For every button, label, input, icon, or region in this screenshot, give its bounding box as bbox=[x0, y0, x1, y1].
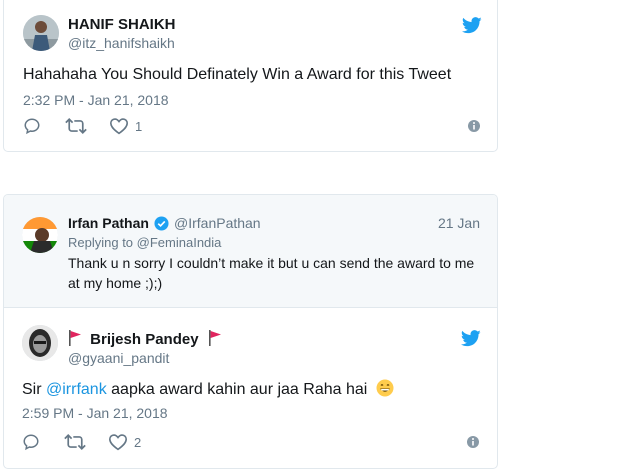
reply-button[interactable] bbox=[23, 117, 41, 135]
tweet-timestamp[interactable]: 2:59 PM - Jan 21, 2018 bbox=[22, 405, 168, 421]
red-flag-icon bbox=[69, 330, 81, 346]
verified-icon bbox=[154, 216, 169, 236]
tweet-text-prefix: Sir bbox=[22, 381, 46, 398]
tweet-card-hanif: HANIF SHAIKH @itz_hanifshaikh Hahahaha Y… bbox=[3, 0, 498, 152]
twitter-bird-icon[interactable] bbox=[461, 17, 482, 34]
tweet-text: Sir @irrfank aapka award kahin aur jaa R… bbox=[22, 379, 394, 399]
reply-icon bbox=[23, 434, 39, 451]
quoted-text: Thank u n sorry I couldn’t make it but u… bbox=[68, 253, 488, 293]
tweet-text-suffix: aapka award kahin aur jaa Raha hai bbox=[106, 381, 368, 398]
tweet-actions: 2 bbox=[22, 433, 482, 453]
quoted-text-line1: Thank u n sorry I couldn’t make it but u… bbox=[68, 255, 475, 271]
replying-to-mention[interactable]: @FeminaIndia bbox=[137, 235, 222, 250]
avatar[interactable] bbox=[23, 15, 59, 51]
retweet-icon bbox=[64, 434, 86, 450]
quoted-avatar[interactable] bbox=[22, 217, 58, 253]
avatar[interactable] bbox=[22, 325, 58, 361]
author-name-row: Brijesh Pandey bbox=[68, 330, 222, 348]
tweet-text: Hahahaha You Should Definately Win a Awa… bbox=[23, 66, 452, 83]
reply-icon bbox=[24, 118, 40, 135]
info-icon[interactable] bbox=[467, 119, 481, 138]
replying-to: Replying to @FeminaIndia bbox=[68, 235, 221, 250]
quoted-author-handle[interactable]: @IrfanPathan bbox=[174, 215, 261, 231]
replying-to-label: Replying to bbox=[68, 235, 134, 250]
tweet-timestamp[interactable]: 2:32 PM - Jan 21, 2018 bbox=[23, 92, 169, 108]
retweet-button[interactable] bbox=[64, 433, 86, 451]
quoted-tweet[interactable]: Irfan Pathan @IrfanPathan 21 Jan Replyin… bbox=[4, 195, 497, 308]
like-count: 1 bbox=[135, 118, 143, 134]
retweet-button[interactable] bbox=[65, 117, 87, 135]
retweet-icon bbox=[65, 118, 87, 134]
twitter-bird-icon[interactable] bbox=[460, 330, 481, 347]
quoted-author-name[interactable]: Irfan Pathan bbox=[68, 215, 149, 231]
red-flag-icon bbox=[208, 330, 221, 346]
info-icon[interactable] bbox=[466, 435, 480, 454]
author-handle[interactable]: @itz_hanifshaikh bbox=[68, 35, 175, 51]
like-icon bbox=[108, 434, 128, 451]
quoted-text-line2: at my home ;);) bbox=[68, 275, 163, 291]
author-name[interactable]: HANIF SHAIKH bbox=[68, 16, 176, 33]
grinning-emoji-icon bbox=[376, 379, 394, 397]
like-icon bbox=[109, 118, 129, 135]
like-count: 2 bbox=[134, 434, 142, 450]
reply-button[interactable] bbox=[22, 433, 40, 451]
tweet-actions: 1 bbox=[23, 117, 483, 137]
like-button[interactable]: 2 bbox=[108, 433, 141, 451]
mention-link[interactable]: @irrfank bbox=[46, 381, 107, 398]
like-button[interactable]: 1 bbox=[109, 117, 142, 135]
tweet-card-brijesh: Irfan Pathan @IrfanPathan 21 Jan Replyin… bbox=[3, 194, 498, 469]
author-name[interactable]: Brijesh Pandey bbox=[90, 331, 198, 348]
quoted-date[interactable]: 21 Jan bbox=[438, 215, 480, 231]
author-handle[interactable]: @gyaani_pandit bbox=[68, 350, 169, 366]
